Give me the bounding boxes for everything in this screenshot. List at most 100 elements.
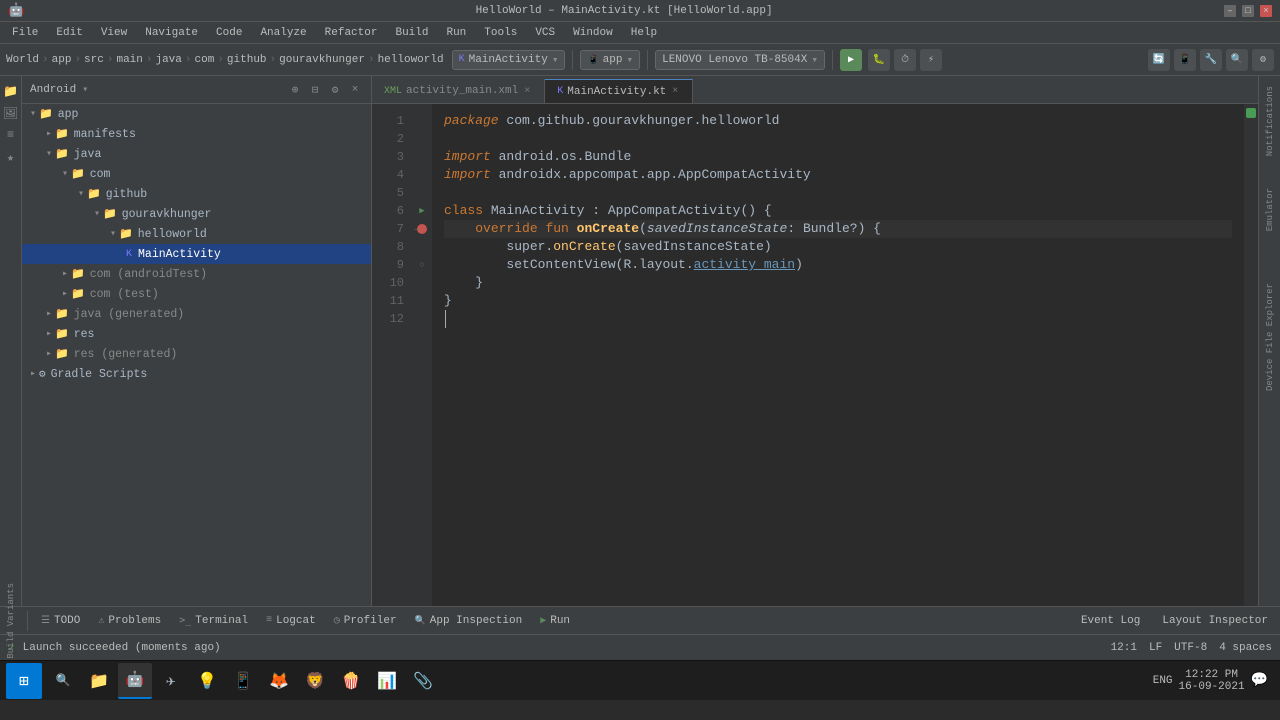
tree-github[interactable]: ▾ 📁 github [22,184,371,204]
menu-view[interactable]: View [93,25,135,41]
breadcrumb-java[interactable]: java [155,54,181,66]
menu-build[interactable]: Build [387,25,436,41]
settings-button[interactable]: ⚙ [1252,49,1274,71]
title-bar-controls[interactable]: – □ × [1224,5,1272,17]
apply-changes-button[interactable]: ⚡ [920,49,942,71]
taskbar-popcorn[interactable]: 🍿 [334,663,368,699]
taskbar-intellij[interactable]: 💡 [190,663,224,699]
panel-settings-btn[interactable]: ⚙ [327,82,343,98]
taskbar-notification[interactable]: 💬 [1251,672,1268,689]
favorites-icon[interactable]: ★ [2,148,20,166]
breadcrumb-app[interactable]: app [52,54,72,66]
bottom-tab-terminal[interactable]: >_ Terminal [171,610,256,632]
bottom-tab-logcat[interactable]: ≡ Logcat [258,610,324,632]
maximize-button[interactable]: □ [1242,5,1254,17]
menu-refactor[interactable]: Refactor [317,25,386,41]
menu-file[interactable]: File [4,25,46,41]
layout-inspector-tab[interactable]: Layout Inspector [1154,610,1276,632]
tree-java[interactable]: ▾ 📁 java [22,144,371,164]
taskbar-brave[interactable]: 🦁 [298,663,332,699]
indent[interactable]: 4 spaces [1219,642,1272,654]
project-icon[interactable]: 📁 [2,82,20,100]
taskbar-android-studio[interactable]: 🤖 [118,663,152,699]
taskbar-telegram[interactable]: ✈ [154,663,188,699]
debug-button[interactable]: 🐛 [868,49,890,71]
right-scrollbar[interactable] [1244,104,1258,606]
main-activity-selector[interactable]: K MainActivity ▾ [452,50,566,70]
close-button[interactable]: × [1260,5,1272,17]
tree-mainactivity[interactable]: K MainActivity [22,244,371,264]
taskbar-lang[interactable]: ENG [1153,675,1173,687]
breadcrumb-world[interactable]: World [6,54,39,66]
menu-vcs[interactable]: VCS [527,25,563,41]
breadcrumb-src[interactable]: src [84,54,104,66]
close-tab-xml[interactable]: × [522,85,532,98]
tree-manifests[interactable]: ▸ 📁 manifests [22,124,371,144]
taskbar-extras[interactable]: 📎 [406,663,440,699]
tree-res-generated[interactable]: ▸ 📁 res (generated) [22,344,371,364]
tree-gradle-scripts[interactable]: ▸ ⚙ Gradle Scripts [22,364,371,384]
avd-button[interactable]: 📱 [1174,49,1196,71]
bottom-tab-todo[interactable]: ☰ TODO [33,610,88,632]
tree-com-androidtest[interactable]: ▸ 📁 com (androidTest) [22,264,371,284]
tree-app[interactable]: ▾ 📁 app [22,104,371,124]
minimize-button[interactable]: – [1224,5,1236,17]
notifications-tab[interactable]: Notifications [1263,82,1277,160]
sdk-button[interactable]: 🔧 [1200,49,1222,71]
gutter-line-7-bp[interactable]: → [412,220,432,238]
menu-analyze[interactable]: Analyze [252,25,314,41]
bottom-tab-run[interactable]: ▶ Run [532,610,578,632]
tree-com-test[interactable]: ▸ 📁 com (test) [22,284,371,304]
structure-icon[interactable]: ≡ [2,126,20,144]
menu-run[interactable]: Run [438,25,474,41]
code-content[interactable]: package com.github.gouravkhunger.hellowo… [432,104,1244,606]
menu-tools[interactable]: Tools [476,25,525,41]
taskbar-file-explorer[interactable]: 📁 [82,663,116,699]
breadcrumb-gouravkhunger[interactable]: gouravkhunger [279,54,365,66]
tree-helloworld[interactable]: ▾ 📁 helloworld [22,224,371,244]
menu-window[interactable]: Window [565,25,621,41]
breadcrumb-helloworld[interactable]: helloworld [378,54,444,66]
breadcrumb-main[interactable]: main [116,54,142,66]
tree-gouravkhunger[interactable]: ▾ 📁 gouravkhunger [22,204,371,224]
menu-help[interactable]: Help [623,25,665,41]
menu-navigate[interactable]: Navigate [137,25,206,41]
line-ending[interactable]: LF [1149,642,1162,654]
device-selector-dropdown[interactable]: LENOVO Lenovo TB-8504X ▾ [655,50,825,70]
start-button[interactable]: ⊞ [6,663,42,699]
run-button[interactable]: ▶ [840,49,862,71]
app-config-dropdown[interactable]: 📱 app ▾ [580,50,640,70]
bottom-tab-app-inspection[interactable]: 🔍 App Inspection [407,610,531,632]
tree-res[interactable]: ▸ 📁 res [22,324,371,344]
close-panel-btn[interactable]: × [347,82,363,98]
tree-com[interactable]: ▾ 📁 com [22,164,371,184]
tab-activity-main-xml[interactable]: XML activity_main.xml × [372,79,545,103]
close-tab-kt[interactable]: × [670,85,680,98]
menu-code[interactable]: Code [208,25,250,41]
breadcrumb-github[interactable]: github [227,54,267,66]
breadcrumb-com[interactable]: com [195,54,215,66]
bottom-tab-problems[interactable]: ⚠ Problems [90,610,169,632]
taskbar-android[interactable]: 📱 [226,663,260,699]
event-log-tab[interactable]: Event Log [1073,610,1148,632]
sync-button[interactable]: 🔄 [1148,49,1170,71]
build-variants-tab[interactable]: Build Variants [4,580,18,662]
search-everywhere-button[interactable]: 🔍 [1226,49,1248,71]
menu-edit[interactable]: Edit [48,25,90,41]
collapse-all-btn[interactable]: ⊟ [307,82,323,98]
gutter-line-9-fold[interactable]: ○ [412,256,432,274]
resource-manager-icon[interactable]: 🖼 [2,104,20,122]
profile-button[interactable]: ⏱ [894,49,916,71]
device-file-explorer-tab[interactable]: Device File Explorer [1263,279,1277,395]
taskbar-search[interactable]: 🔍 [46,663,80,699]
tree-java-generated[interactable]: ▸ 📁 java (generated) [22,304,371,324]
tab-mainactivity-kt[interactable]: K MainActivity.kt × [545,79,693,103]
sync-project-btn[interactable]: ⊕ [287,82,303,98]
cursor-position[interactable]: 12:1 [1111,642,1137,654]
gutter-line-6-run[interactable]: ▶ [412,202,432,220]
emulator-tab[interactable]: Emulator [1263,184,1277,235]
encoding[interactable]: UTF-8 [1174,642,1207,654]
taskbar-powerpoint[interactable]: 📊 [370,663,404,699]
taskbar-firefox[interactable]: 🦊 [262,663,296,699]
bottom-tab-profiler[interactable]: ◷ Profiler [326,610,405,632]
